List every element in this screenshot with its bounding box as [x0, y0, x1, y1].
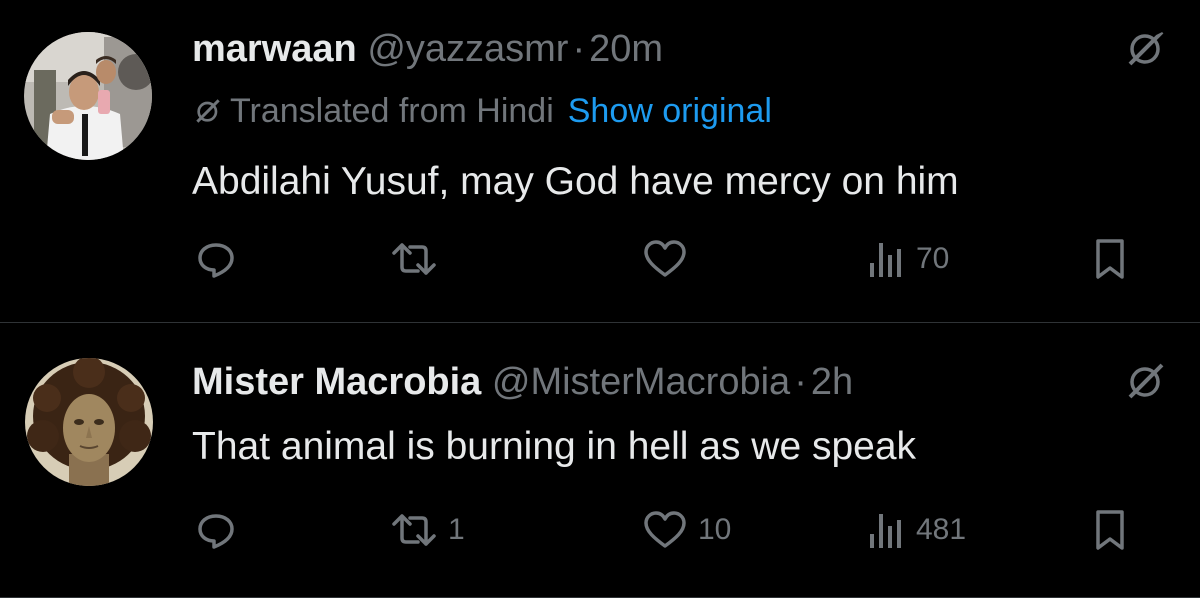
- timestamp[interactable]: 20m: [589, 28, 663, 70]
- bookmark-button[interactable]: [1088, 234, 1132, 284]
- action-bar: 1 10 481: [192, 505, 1140, 555]
- views-icon: [870, 514, 901, 548]
- view-count: 481: [916, 513, 967, 546]
- like-icon: [644, 511, 686, 548]
- timestamp[interactable]: 2h: [811, 361, 853, 403]
- display-name[interactable]: Mister Macrobia: [192, 361, 481, 403]
- views-icon: [870, 243, 901, 277]
- dot-separator: ·: [794, 361, 807, 403]
- user-handle[interactable]: @MisterMacrobia: [492, 361, 790, 403]
- grok-icon[interactable]: [1122, 24, 1170, 72]
- bookmark-icon: [1096, 510, 1124, 550]
- display-name[interactable]: marwaan: [192, 28, 357, 70]
- reply-button[interactable]: [192, 234, 248, 284]
- avatar[interactable]: [24, 32, 152, 160]
- tweet-text: That animal is burning in hell as we spe…: [192, 425, 917, 468]
- translated-label: Translated from Hindi: [230, 92, 554, 130]
- like-button[interactable]: [640, 234, 698, 284]
- tweet[interactable]: marwaan @yazzasmr · 20m Translated from Hi…: [0, 0, 1200, 323]
- user-handle[interactable]: @yazzasmr: [367, 28, 568, 70]
- reply-icon: [198, 243, 234, 278]
- tweet-text: Abdilahi Yusuf, may God have mercy on hi…: [192, 160, 959, 203]
- translation-notice: Translated from Hindi Show original: [192, 92, 772, 131]
- bookmark-button[interactable]: [1088, 505, 1132, 555]
- like-button[interactable]: 10: [640, 505, 731, 555]
- tweet-header: Mister Macrobia @MisterMacrobia · 2h: [192, 363, 853, 401]
- grok-icon[interactable]: [1122, 357, 1170, 405]
- dot-separator: ·: [572, 28, 586, 70]
- like-icon: [644, 240, 686, 277]
- avatar[interactable]: [25, 358, 153, 486]
- retweet-icon: [392, 514, 436, 546]
- views-button[interactable]: 481: [864, 505, 966, 555]
- reply-button[interactable]: [192, 505, 248, 555]
- retweet-count: 1: [448, 513, 465, 546]
- retweet-button[interactable]: 1: [388, 505, 465, 555]
- like-count: 10: [698, 513, 732, 546]
- tweet[interactable]: Mister Macrobia @MisterMacrobia · 2h That …: [0, 323, 1200, 598]
- grok-icon: [196, 99, 220, 123]
- show-original-link[interactable]: Show original: [568, 92, 772, 130]
- tweet-header: marwaan @yazzasmr · 20m: [192, 30, 663, 68]
- reply-icon: [198, 514, 234, 549]
- view-count: 70: [916, 242, 950, 275]
- retweet-button[interactable]: [388, 234, 448, 284]
- retweet-icon: [392, 243, 436, 275]
- bookmark-icon: [1096, 239, 1124, 279]
- action-bar: 70: [192, 234, 1140, 284]
- views-button[interactable]: 70: [864, 234, 949, 284]
